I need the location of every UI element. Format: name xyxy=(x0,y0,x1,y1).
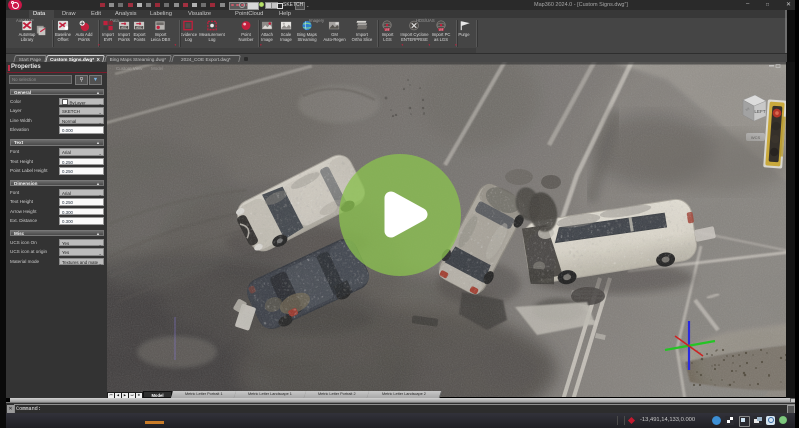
svg-text:ASC: ASC xyxy=(136,25,142,29)
svg-text:Custom View: Custom View xyxy=(116,66,143,71)
svg-text:Model: Model xyxy=(151,66,163,71)
svg-text:LEFT: LEFT xyxy=(754,109,765,114)
svg-text:ASC: ASC xyxy=(121,25,127,29)
